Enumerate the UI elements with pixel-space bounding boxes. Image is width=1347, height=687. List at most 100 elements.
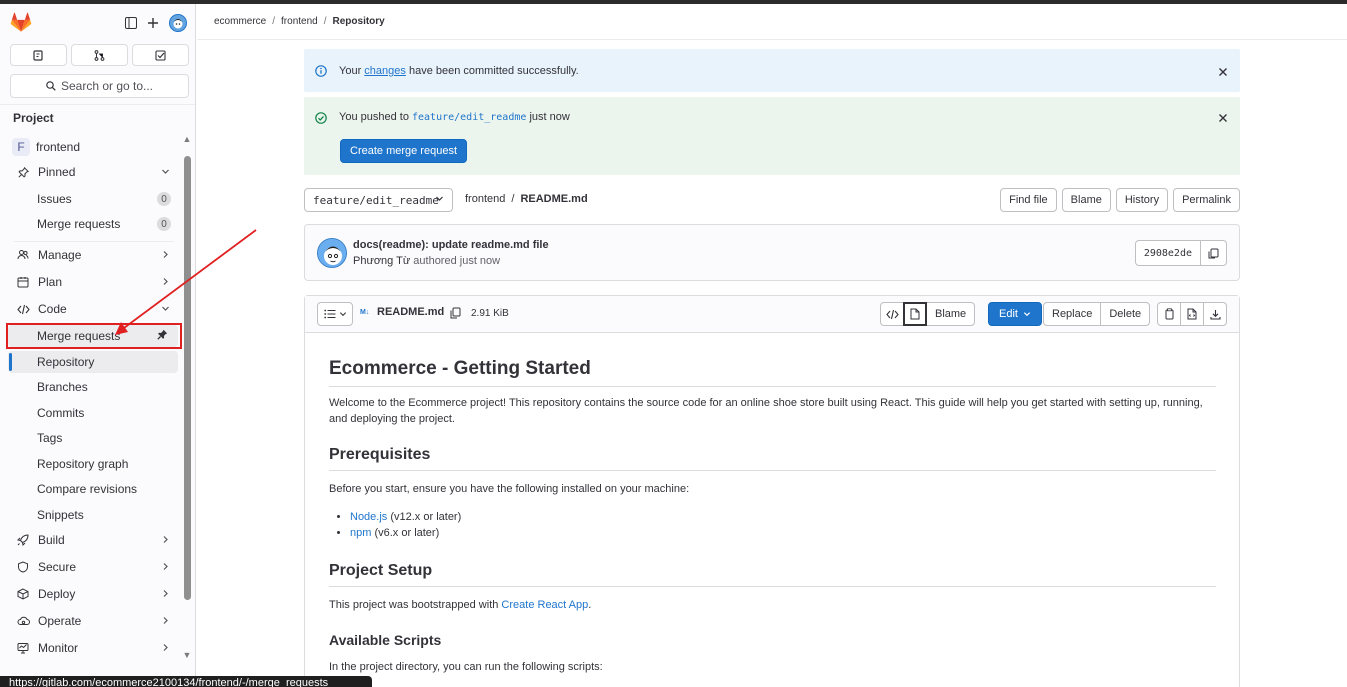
sidebar-item-repository-graph[interactable]: Repository graph	[8, 453, 178, 475]
last-commit-box: docs(readme): update readme.md file Phươ…	[304, 224, 1240, 281]
annotation-highlight-box	[6, 323, 182, 349]
list-item: Node.js (v12.x or later)	[350, 509, 1216, 525]
todos-tile[interactable]	[132, 44, 189, 66]
sidebar-item-secure[interactable]: Secure	[8, 556, 178, 578]
scroll-up-arrow-icon[interactable]: ▲	[182, 134, 192, 144]
permalink-button[interactable]: Permalink	[1173, 188, 1240, 212]
list-item-text: (v6.x or later)	[371, 527, 440, 539]
path-parent-link[interactable]: frontend	[465, 193, 505, 205]
replace-button[interactable]: Replace	[1043, 302, 1102, 326]
find-file-button[interactable]: Find file	[1000, 188, 1057, 212]
gitlab-logo-icon[interactable]	[10, 12, 32, 34]
sidebar-item-branches[interactable]: Branches	[8, 376, 178, 398]
chevron-right-icon	[161, 614, 170, 628]
sidebar-item-label: Compare revisions	[37, 482, 138, 496]
copy-file-path-icon[interactable]	[450, 307, 461, 322]
download-button[interactable]	[1203, 302, 1227, 326]
branch-selector[interactable]: feature/edit_readme	[304, 188, 453, 212]
sidebar-item-tags[interactable]: Tags	[8, 427, 178, 449]
sidebar-item-plan[interactable]: Plan	[8, 271, 178, 293]
sidebar-item-build[interactable]: Build	[8, 529, 178, 551]
readme-paragraph: Welcome to the Ecommerce project! This r…	[329, 397, 1203, 425]
breadcrumb-separator: /	[323, 16, 327, 27]
sidebar-section-title: Project	[13, 111, 54, 125]
status-bar-url: https://gitlab.com/ecommerce2100134/fron…	[0, 676, 372, 687]
commit-title-link[interactable]: docs(readme): update readme.md file	[353, 239, 549, 251]
list-bulleted-icon	[323, 309, 335, 319]
issues-icon	[33, 49, 43, 61]
user-avatar[interactable]	[169, 14, 187, 32]
sidebar-item-operate[interactable]: Operate	[8, 610, 178, 632]
edit-dropdown-button[interactable]: Edit	[988, 302, 1042, 326]
sidebar-item-label: Deploy	[38, 587, 76, 601]
merge-requests-tile[interactable]	[71, 44, 128, 66]
breadcrumb-project-link[interactable]: frontend	[281, 16, 318, 27]
create-merge-request-button[interactable]: Create merge request	[340, 139, 467, 163]
history-button[interactable]: History	[1115, 188, 1169, 212]
info-circle-icon	[315, 65, 327, 80]
info-alert-text: Your changes have been committed success…	[339, 65, 579, 77]
sidebar-item-label: Repository	[37, 355, 95, 369]
commit-sha-group: 2908e2de	[1134, 240, 1227, 266]
success-alert: You pushed to feature/edit_readme just n…	[304, 97, 1240, 175]
sidebar-scrollbar-thumb[interactable]	[184, 156, 191, 600]
commit-author-link[interactable]: Phương Từ	[353, 255, 410, 267]
chevron-right-icon	[161, 275, 170, 289]
readme-paragraph: Before you start, ensure you have the fo…	[329, 483, 690, 495]
list-item: npm (v6.x or later)	[350, 525, 1216, 541]
sidebar-item-snippets[interactable]: Snippets	[8, 504, 178, 526]
commit-sha-link[interactable]: 2908e2de	[1134, 240, 1201, 266]
users-icon	[16, 248, 30, 262]
pushed-branch-link[interactable]: feature/edit_readme	[412, 112, 526, 123]
close-icon[interactable]	[1218, 64, 1228, 80]
copy-contents-button[interactable]	[1157, 302, 1181, 326]
sidebar-item-monitor[interactable]: Monitor	[8, 637, 178, 659]
setup-prefix: This project was bootstrapped with	[329, 599, 502, 611]
commit-author-avatar[interactable]	[317, 238, 347, 268]
search-button[interactable]: Search or go to...	[10, 74, 189, 98]
edit-label: Edit	[999, 308, 1018, 320]
sidebar-item-commits[interactable]: Commits	[8, 402, 178, 424]
copy-sha-button[interactable]	[1201, 240, 1227, 266]
copy-icon	[1208, 248, 1219, 258]
markdown-icon: M↓	[360, 309, 370, 316]
table-of-contents-button[interactable]	[317, 302, 353, 326]
sidebar-item-pinned[interactable]: Pinned	[8, 161, 178, 183]
path-file-name: README.md	[520, 193, 588, 205]
scroll-down-arrow-icon[interactable]: ▼	[182, 650, 192, 660]
sidebar-item-compare-revisions[interactable]: Compare revisions	[8, 478, 178, 500]
sidebar-item-manage[interactable]: Manage	[8, 244, 178, 266]
blame-view-button[interactable]: Blame	[926, 302, 976, 326]
viewer-toggle-group: Blame	[880, 302, 976, 326]
nodejs-link[interactable]: Node.js	[350, 511, 387, 523]
file-tools-group	[1157, 302, 1227, 326]
blame-button[interactable]: Blame	[1061, 188, 1111, 212]
breadcrumb-current[interactable]: Repository	[333, 16, 385, 27]
open-raw-button[interactable]	[1180, 302, 1204, 326]
delete-button[interactable]: Delete	[1100, 302, 1151, 326]
breadcrumb-group-link[interactable]: ecommerce	[214, 16, 266, 27]
close-icon[interactable]	[1218, 110, 1228, 126]
npm-link[interactable]: npm	[350, 527, 371, 539]
changes-link[interactable]: changes	[364, 65, 406, 77]
sidebar-item-label: Monitor	[38, 641, 79, 655]
chevron-down-icon	[161, 302, 170, 316]
sidebar-item-pinned-issues[interactable]: Issues 0	[8, 188, 178, 210]
issues-tile[interactable]	[10, 44, 67, 66]
file-path-breadcrumb: frontend / README.md	[465, 193, 588, 205]
sidebar-item-pinned-merge-requests[interactable]: Merge requests 0	[8, 213, 178, 235]
chevron-right-icon	[161, 641, 170, 655]
project-avatar: F	[12, 138, 30, 156]
sidebar-divider	[14, 241, 174, 242]
sidebar-item-code[interactable]: Code	[8, 298, 178, 320]
sidebar-item-repository[interactable]: Repository	[8, 351, 178, 373]
sidebar-item-project[interactable]: F frontend	[8, 136, 178, 158]
collapse-sidebar-icon[interactable]	[125, 17, 137, 29]
display-source-button[interactable]	[880, 302, 904, 326]
create-new-icon[interactable]	[147, 17, 159, 29]
count-badge: 0	[157, 192, 171, 206]
sidebar-item-deploy[interactable]: Deploy	[8, 583, 178, 605]
create-react-app-link[interactable]: Create React App	[501, 599, 588, 611]
display-rendered-button[interactable]	[903, 302, 927, 326]
file-actions: Find file Blame History Permalink	[1000, 188, 1240, 212]
